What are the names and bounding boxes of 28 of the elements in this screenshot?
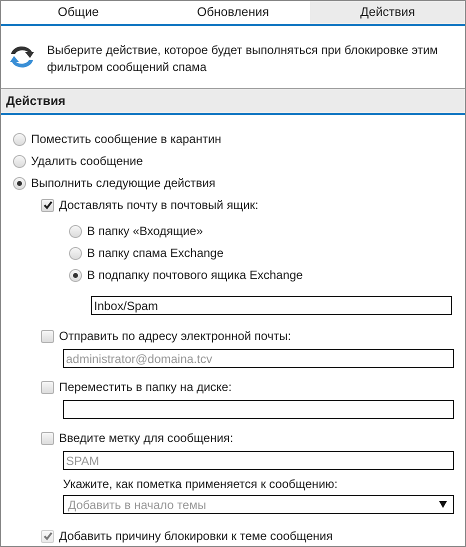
checkbox[interactable] [41,198,54,212]
tab[interactable]: Действия [310,1,466,24]
checkbox-label: Добавить причину блокировки к теме сообщения [59,528,333,545]
radio-label: Выполнить следующие действия [31,175,216,192]
radio-label: Поместить сообщение в карантин [31,131,222,148]
radio-label: В папку «Входящие» [87,223,203,240]
radio-label: Удалить сообщение [31,153,143,170]
radio-button[interactable] [69,246,82,260]
radio-button[interactable] [69,224,82,238]
section-header: Действия [1,89,465,115]
checkbox[interactable] [41,380,54,394]
checkbox-label: Введите метку для сообщения: [59,430,234,447]
radio-button[interactable] [13,154,26,168]
hint-label: Укажите, как пометка применяется к сообщению: [63,476,339,493]
radio-button[interactable] [13,176,26,190]
radio-button[interactable] [69,268,82,282]
checkbox[interactable] [41,432,54,444]
description-text: Выберите действие, которое будет выполняться при блокировке этим фильтром сообщений спама [47,42,439,76]
checkbox-label: Отправить по адресу электронной почты: [59,328,292,345]
radio-label: В папку спама Exchange [87,245,224,262]
text-field[interactable] [63,400,454,419]
checkbox-label: Переместить в папку на диске: [59,379,232,396]
checkbox[interactable] [41,330,54,342]
checkbox-label: Доставлять почту в почтовый ящик: [59,197,258,214]
radio-label: В подпапку почтового ящика Exchange [87,267,303,284]
caret-icon [439,501,447,508]
radio-button[interactable] [13,132,26,146]
text-field[interactable]: Inbox/Spam [91,296,452,315]
